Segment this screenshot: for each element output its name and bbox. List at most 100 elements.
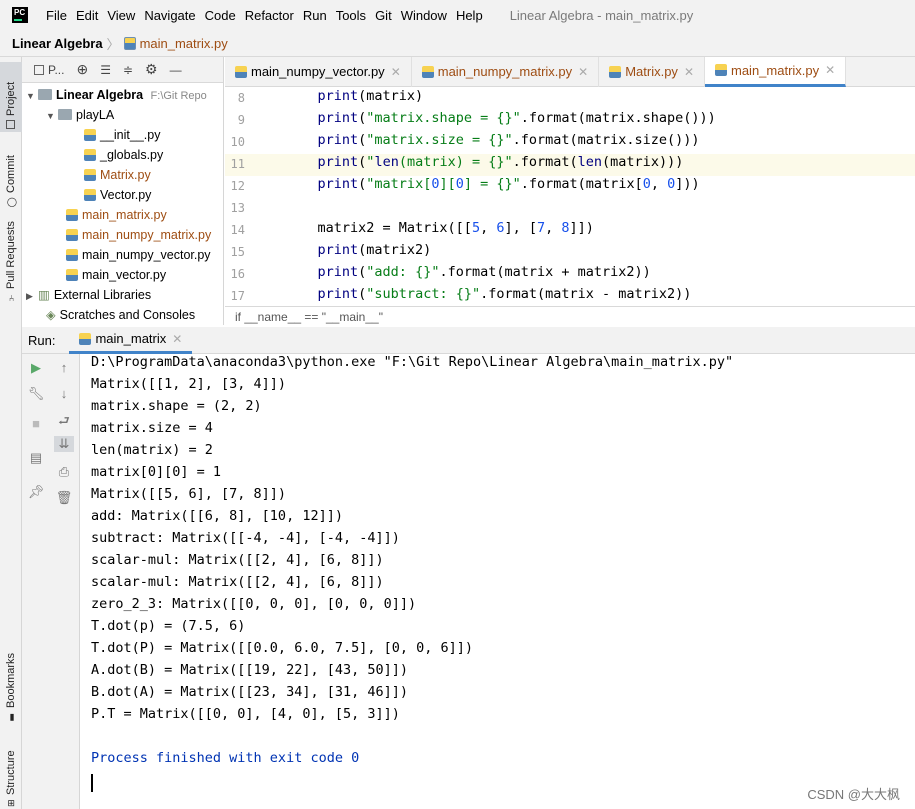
menu-git[interactable]: Git — [375, 8, 392, 23]
console-line: subtract: Matrix([[-4, -4], [-4, -4]]) — [91, 530, 400, 546]
wrench-icon[interactable]: 🔧︎ — [26, 386, 46, 402]
close-icon[interactable]: ✕ — [684, 65, 694, 79]
tool-tab-structure[interactable]: ⊞ Structure — [0, 737, 22, 807]
tree-file[interactable]: Matrix.py — [84, 165, 151, 185]
editor-tab-bar: main_numpy_vector.py ✕ main_numpy_matrix.… — [225, 56, 915, 87]
trash-icon[interactable]: 🗑︎ — [54, 490, 74, 506]
tab-main-matrix[interactable]: main_matrix.py ✕ — [705, 56, 847, 87]
menu-view[interactable]: View — [107, 8, 135, 23]
menu-tools[interactable]: Tools — [336, 8, 366, 23]
line-number: 9 — [237, 113, 245, 127]
print-icon[interactable]: ⎙ — [54, 464, 74, 480]
console-line: scalar-mul: Matrix([[2, 4], [6, 8]]) — [91, 552, 384, 568]
navigation-bar: Linear Algebra 〉 main_matrix.py — [0, 30, 915, 57]
code-area[interactable]: print(matrix) print("matrix.shape = {}".… — [285, 88, 915, 306]
locate-file-icon[interactable]: ⊕ — [76, 61, 88, 78]
run-label: Run: — [28, 332, 56, 348]
run-toolbar: ▶ ↑ 🔧︎ ↓ ■ ⮐ ⇊ ▤ ⎙ 📌︎ 🗑︎ — [22, 354, 80, 809]
text-cursor — [91, 774, 93, 792]
project-panel: P... ⊕ ☰ ≑ ⚙ — ▼ Linear Algebra F:\Git Re… — [22, 57, 224, 325]
menu-edit[interactable]: Edit — [76, 8, 98, 23]
scratches-icon: ◈ — [46, 308, 56, 322]
tree-external-libraries[interactable]: ▶ ▥ External Libraries — [26, 285, 151, 305]
console-line: A.dot(B) = Matrix([[19, 22], [43, 50]]) — [91, 662, 408, 678]
run-console-output[interactable]: CSDN @大大枫 D:\ProgramData\anaconda3\pytho… — [80, 354, 915, 809]
scroll-to-end-icon[interactable]: ⇊ — [54, 436, 74, 452]
console-line: Matrix([[1, 2], [3, 4]]) — [91, 376, 287, 392]
soft-wrap-icon[interactable]: ⮐ — [54, 412, 74, 434]
code-breadcrumb[interactable]: if __name__ == "__main__" — [225, 306, 915, 326]
settings-gear-icon[interactable]: ⚙ — [145, 61, 158, 78]
menu-navigate[interactable]: Navigate — [144, 8, 195, 23]
chevron-right-icon: ▶ — [26, 291, 33, 301]
code-line: print("len(matrix) = {}".format(len(matr… — [285, 154, 915, 176]
tab-main-numpy-vector[interactable]: main_numpy_vector.py ✕ — [225, 56, 412, 87]
console-line: D:\ProgramData\anaconda3\python.exe "F:\… — [91, 354, 734, 370]
python-file-icon — [421, 65, 434, 78]
tool-tab-pull-requests[interactable]: ⑂ Pull Requests — [0, 212, 22, 302]
menu-code[interactable]: Code — [205, 8, 236, 23]
console-line: Matrix([[5, 6], [7, 8]]) — [91, 486, 287, 502]
layout-icon[interactable]: ▤ — [26, 450, 46, 466]
pull-request-icon: ⑂ — [6, 293, 16, 302]
run-tool-header: Run: main_matrix ✕ — [22, 327, 915, 354]
tree-root[interactable]: ▼ Linear Algebra F:\Git Repo — [26, 85, 207, 105]
code-line: print(matrix) — [317, 88, 424, 104]
pin-icon[interactable]: 📌︎ — [26, 484, 46, 500]
python-file-icon — [66, 269, 78, 281]
console-line: B.dot(A) = Matrix([[23, 34], [31, 46]]) — [91, 684, 408, 700]
menu-run[interactable]: Run — [303, 8, 327, 23]
project-view-selector[interactable]: P... — [34, 63, 64, 77]
menu-window[interactable]: Window — [401, 8, 447, 23]
line-number: 11 — [230, 157, 245, 171]
tool-tab-bookmarks[interactable]: ▮ Bookmarks — [0, 637, 22, 722]
tree-folder-playla[interactable]: ▼ playLA — [46, 105, 114, 125]
code-line: print("matrix.shape = {}".format(matrix.… — [317, 110, 716, 126]
breadcrumb-file[interactable]: main_matrix.py — [140, 36, 228, 51]
line-number: 17 — [230, 289, 245, 303]
stop-icon[interactable]: ■ — [26, 416, 46, 431]
up-arrow-icon[interactable]: ↑ — [54, 360, 74, 375]
console-line: len(matrix) = 2 — [91, 442, 213, 458]
close-icon[interactable]: ✕ — [825, 63, 835, 77]
console-line: matrix[0][0] = 1 — [91, 464, 222, 480]
run-tab-main-matrix[interactable]: main_matrix ✕ — [69, 327, 193, 354]
tab-main-numpy-matrix[interactable]: main_numpy_matrix.py ✕ — [412, 56, 600, 87]
package-folder-icon — [58, 109, 72, 120]
rerun-icon[interactable]: ▶ — [26, 360, 46, 376]
python-file-icon — [609, 65, 622, 78]
expand-all-icon[interactable]: ≑ — [123, 63, 133, 77]
tree-file[interactable]: main_numpy_matrix.py — [66, 225, 211, 245]
python-file-icon — [66, 229, 78, 241]
close-icon[interactable]: ✕ — [391, 65, 401, 79]
tab-matrix[interactable]: Matrix.py ✕ — [599, 56, 705, 87]
hide-panel-icon[interactable]: — — [170, 63, 182, 77]
code-line: print("matrix.size = {}".format(matrix.s… — [317, 132, 700, 148]
console-line: matrix.shape = (2, 2) — [91, 398, 262, 414]
tree-file[interactable]: _globals.py — [84, 145, 163, 165]
tree-file[interactable]: main_matrix.py — [66, 205, 167, 225]
tool-tab-commit[interactable]: ◯ Commit — [0, 137, 22, 207]
down-arrow-icon[interactable]: ↓ — [54, 386, 74, 401]
folder-icon — [38, 89, 52, 100]
breadcrumb-project[interactable]: Linear Algebra — [12, 36, 103, 51]
menu-refactor[interactable]: Refactor — [245, 8, 294, 23]
panel-icon — [34, 64, 44, 75]
collapse-all-icon[interactable]: ☰ — [100, 63, 111, 77]
line-number: 13 — [230, 201, 245, 215]
line-number: 14 — [230, 223, 245, 237]
menu-file[interactable]: File — [46, 8, 67, 23]
console-line: T.dot(P) = Matrix([[0.0, 6.0, 7.5], [0, … — [91, 640, 474, 656]
tree-file[interactable]: __init__.py — [84, 125, 160, 145]
tree-file[interactable]: main_numpy_vector.py — [66, 245, 211, 265]
close-icon[interactable]: ✕ — [578, 65, 588, 79]
tree-file[interactable]: Vector.py — [84, 185, 151, 205]
close-icon[interactable]: ✕ — [172, 332, 182, 346]
pycharm-logo-icon: PC — [12, 7, 28, 23]
console-line: T.dot(p) = (7.5, 6) — [91, 618, 246, 634]
tree-scratches[interactable]: ◈ Scratches and Consoles — [46, 305, 195, 325]
python-file-icon — [123, 36, 136, 50]
tool-tab-project[interactable]: Project — [0, 62, 22, 132]
tree-file[interactable]: main_vector.py — [66, 265, 166, 285]
menu-help[interactable]: Help — [456, 8, 483, 23]
